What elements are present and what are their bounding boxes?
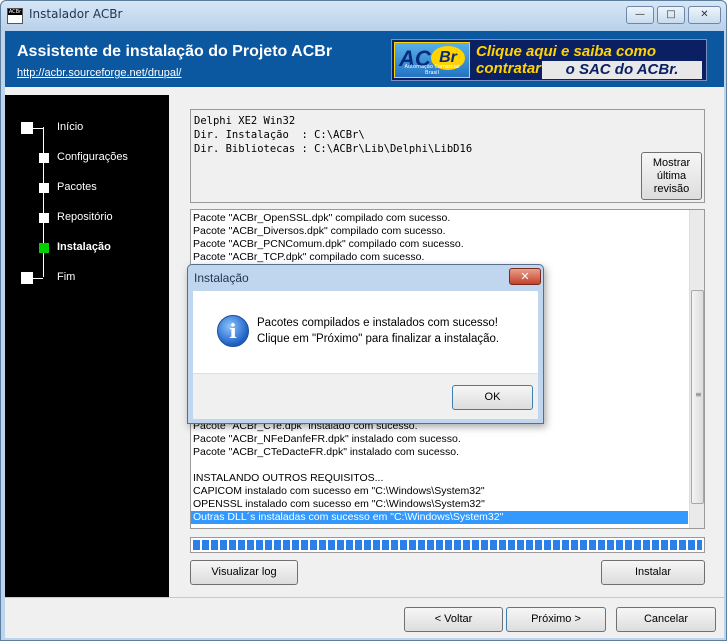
banner-line-2: o SAC do ACBr. — [542, 61, 702, 79]
project-link[interactable]: http://acbr.sourceforge.net/drupal/ — [17, 67, 182, 79]
step-connector — [33, 128, 43, 129]
step-inicio: Início — [5, 120, 169, 136]
step-label: Repositório — [57, 211, 113, 223]
install-info-panel: Delphi XE2 Win32 Dir. Instalação : C:\AC… — [190, 109, 705, 203]
page-title: Assistente de instalação do Projeto ACBr — [17, 43, 333, 60]
step-label: Instalação — [57, 241, 111, 253]
dialog-message-line-2: Clique em "Próximo" para finalizar a ins… — [257, 333, 500, 345]
steps-panel: Início Configurações Pacotes Repositório… — [5, 95, 169, 597]
wizard-footer: < Voltar Próximo > Cancelar — [5, 597, 724, 638]
info-icon: i — [217, 315, 249, 347]
step-marker — [39, 153, 49, 163]
logo-subtitle: Automação Comercial Brasil — [404, 64, 460, 76]
ok-button[interactable]: OK — [452, 385, 533, 410]
scrollbar-grip-icon: ≡ — [695, 390, 702, 399]
log-line: Pacote "ACBr_PCNComum.dpk" compilado com… — [193, 238, 464, 250]
dialog-message-line-1: Pacotes compilados e instalados com suce… — [257, 317, 498, 329]
install-info-text: Delphi XE2 Win32 Dir. Instalação : C:\AC… — [194, 115, 473, 155]
back-button[interactable]: < Voltar — [404, 607, 503, 632]
acbr-logo: AC Br Automação Comercial Brasil — [394, 42, 470, 78]
window-title: Instalador ACBr — [29, 7, 123, 21]
close-button[interactable]: ✕ — [688, 6, 721, 24]
log-line: Pacote "ACBr_CTeDacteFR.dpk" instalado c… — [193, 446, 459, 458]
install-complete-dialog: Instalação ✕ i Pacotes compilados e inst… — [187, 264, 544, 424]
dialog-message: Pacotes compilados e instalados com suce… — [257, 315, 499, 347]
log-line: Pacote "ACBr_OpenSSL.dpk" compilado com … — [193, 212, 451, 224]
dialog-title: Instalação — [194, 271, 249, 285]
view-log-button[interactable]: Visualizar log — [190, 560, 298, 585]
log-line: Pacote "ACBr_NFeDanfeFR.dpk" instalado c… — [193, 433, 461, 445]
next-button[interactable]: Próximo > — [506, 607, 606, 632]
app-icon: ACBr — [7, 8, 23, 24]
dialog-footer: OK — [193, 373, 538, 419]
dialog-close-button[interactable]: ✕ — [509, 268, 541, 285]
log-line: INSTALANDO OUTROS REQUISITOS... — [193, 472, 384, 484]
install-progress-bar — [190, 537, 705, 553]
step-marker — [39, 183, 49, 193]
show-last-revision-label: Mostrar última revisão — [652, 157, 691, 195]
install-button[interactable]: Instalar — [601, 560, 705, 585]
step-pacotes: Pacotes — [5, 180, 169, 196]
header: Assistente de instalação do Projeto ACBr… — [5, 31, 724, 87]
log-line: Pacote "ACBr_Diversos.dpk" compilado com… — [193, 225, 446, 237]
title-bar[interactable]: ACBr Instalador ACBr — □ ✕ — [1, 1, 726, 31]
step-repositorio: Repositório — [5, 210, 169, 226]
step-marker — [21, 122, 33, 134]
log-line: Pacote "ACBr_TCP.dpk" compilado com suce… — [193, 251, 425, 263]
show-last-revision-button[interactable]: Mostrar última revisão — [641, 152, 702, 200]
step-marker-active — [39, 243, 49, 253]
step-label: Início — [57, 121, 84, 133]
minimize-button[interactable]: — — [626, 6, 654, 24]
scrollbar-thumb[interactable]: ≡ — [691, 290, 704, 504]
log-line: CAPICOM instalado com sucesso em "C:\Win… — [193, 485, 485, 497]
step-configuracoes: Configurações — [5, 150, 169, 166]
progress-fill — [193, 540, 702, 550]
maximize-button[interactable]: □ — [657, 6, 685, 24]
dialog-body: i Pacotes compilados e instalados com su… — [193, 291, 538, 373]
step-label: Configurações — [57, 151, 128, 163]
step-marker — [39, 213, 49, 223]
log-scrollbar[interactable]: ≡ — [689, 210, 704, 528]
step-connector — [33, 278, 43, 279]
step-marker — [21, 272, 33, 284]
log-line-selected[interactable]: Outras DLL´s instaladas com sucesso em "… — [191, 511, 688, 524]
sac-banner[interactable]: AC Br Automação Comercial Brasil Clique … — [391, 39, 707, 81]
step-label: Pacotes — [57, 181, 97, 193]
step-fim: Fim — [5, 270, 169, 286]
step-label: Fim — [57, 271, 76, 283]
step-instalacao: Instalação — [5, 240, 169, 256]
log-line: OPENSSL instalado com sucesso em "C:\Win… — [193, 498, 485, 510]
cancel-button[interactable]: Cancelar — [616, 607, 716, 632]
